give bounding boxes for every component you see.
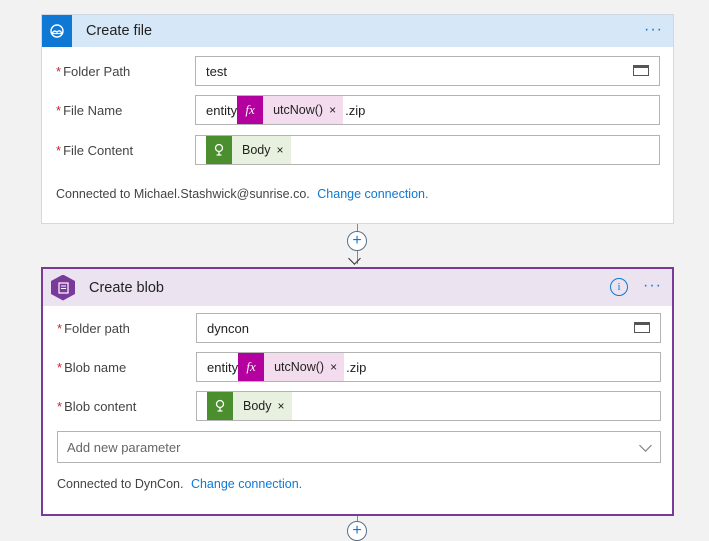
file-content-label-text: File Content xyxy=(63,143,134,158)
file-name-row: * File Name entity fx utcNow() × .zip xyxy=(42,95,673,127)
required-mark: * xyxy=(57,399,63,414)
utcnow-token-label: utcNow() xyxy=(273,103,324,117)
required-mark: * xyxy=(56,143,62,158)
folder-path-row: * Folder Path test xyxy=(42,56,673,88)
expression-fx-icon: fx xyxy=(238,353,265,381)
folder-picker-icon[interactable] xyxy=(634,322,650,333)
more-options-icon[interactable]: ··· xyxy=(644,21,663,39)
file-content-label: * File Content xyxy=(56,143,133,158)
connection-info: Connected to DynCon. Change connection. xyxy=(57,477,302,491)
remove-token-icon[interactable]: × xyxy=(278,399,292,413)
connected-text: Connected to Michael.Stashwick@sunrise.c… xyxy=(56,187,310,201)
insert-step-icon[interactable]: + xyxy=(347,521,367,541)
required-mark: * xyxy=(56,103,62,118)
file-content-row: * File Content Body × xyxy=(42,135,673,167)
blob-folder-path-input[interactable]: dyncon xyxy=(196,313,661,343)
create-file-card: Create file ··· * Folder Path test * File … xyxy=(41,14,674,224)
change-connection-link[interactable]: Change connection. xyxy=(317,187,428,201)
blob-name-suffix: .zip xyxy=(346,360,367,375)
utcnow-token[interactable]: fx utcNow() × xyxy=(237,96,344,124)
change-connection-link[interactable]: Change connection. xyxy=(191,477,302,491)
file-name-suffix: .zip xyxy=(345,103,366,118)
blob-content-row: * Blob content Body × xyxy=(43,391,672,423)
file-name-prefix: entity xyxy=(206,102,238,118)
folder-path-label: * Folder Path xyxy=(56,64,130,79)
body-token[interactable]: Body × xyxy=(207,392,292,420)
remove-token-icon[interactable]: × xyxy=(330,360,344,374)
blob-storage-icon xyxy=(47,272,79,304)
utcnow-token-label: utcNow() xyxy=(274,360,325,374)
connected-text: Connected to DynCon. xyxy=(57,477,184,491)
required-mark: * xyxy=(57,321,63,336)
blob-folder-path-value: dyncon xyxy=(207,320,249,336)
blob-content-label: * Blob content xyxy=(57,399,136,414)
add-new-parameter-dropdown[interactable]: Add new parameter xyxy=(57,431,661,463)
folder-path-value: test xyxy=(206,63,227,79)
blob-content-label-text: Blob content xyxy=(64,399,137,414)
create-blob-title: Create blob xyxy=(89,279,164,296)
create-blob-card: Create blob i ··· * Folder path dyncon * B… xyxy=(41,267,674,516)
blob-name-input[interactable]: entity fx utcNow() × .zip xyxy=(196,352,661,382)
remove-token-icon[interactable]: × xyxy=(329,103,343,117)
body-token[interactable]: Body × xyxy=(206,136,291,164)
remove-token-icon[interactable]: × xyxy=(277,143,291,157)
folder-path-input[interactable]: test xyxy=(195,56,660,86)
file-name-input[interactable]: entity fx utcNow() × .zip xyxy=(195,95,660,125)
blob-name-row: * Blob name entity fx utcNow() × .zip xyxy=(43,352,672,384)
insert-step-icon[interactable]: + xyxy=(347,231,367,251)
file-content-input[interactable]: Body × xyxy=(195,135,660,165)
blob-folder-path-label-text: Folder path xyxy=(64,321,130,336)
required-mark: * xyxy=(57,360,63,375)
blob-name-label-text: Blob name xyxy=(64,360,127,375)
blob-folder-path-row: * Folder path dyncon xyxy=(43,313,672,345)
body-token-label: Body xyxy=(242,143,271,157)
onedrive-icon xyxy=(42,15,72,47)
chevron-down-icon xyxy=(639,439,652,452)
add-new-parameter-placeholder: Add new parameter xyxy=(67,439,181,455)
info-icon[interactable]: i xyxy=(610,278,628,296)
trigger-body-icon xyxy=(207,392,233,420)
more-options-icon[interactable]: ··· xyxy=(643,277,662,295)
blob-name-prefix: entity xyxy=(207,359,239,375)
utcnow-token[interactable]: fx utcNow() × xyxy=(238,353,345,381)
folder-picker-icon[interactable] xyxy=(633,65,649,76)
blob-content-input[interactable]: Body × xyxy=(196,391,661,421)
blob-name-label: * Blob name xyxy=(57,360,126,375)
file-name-label: * File Name xyxy=(56,103,122,118)
blob-folder-path-label: * Folder path xyxy=(57,321,130,336)
create-blob-header[interactable]: Create blob i ··· xyxy=(43,269,672,306)
connection-info: Connected to Michael.Stashwick@sunrise.c… xyxy=(56,187,428,201)
file-name-label-text: File Name xyxy=(63,103,123,118)
expression-fx-icon: fx xyxy=(237,96,264,124)
body-token-label: Body xyxy=(243,399,272,413)
trigger-body-icon xyxy=(206,136,232,164)
required-mark: * xyxy=(56,64,62,79)
create-file-title: Create file xyxy=(86,23,153,39)
folder-path-label-text: Folder Path xyxy=(63,64,131,79)
flow-arrow-icon xyxy=(348,252,361,265)
create-file-header[interactable]: Create file ··· xyxy=(42,15,673,47)
